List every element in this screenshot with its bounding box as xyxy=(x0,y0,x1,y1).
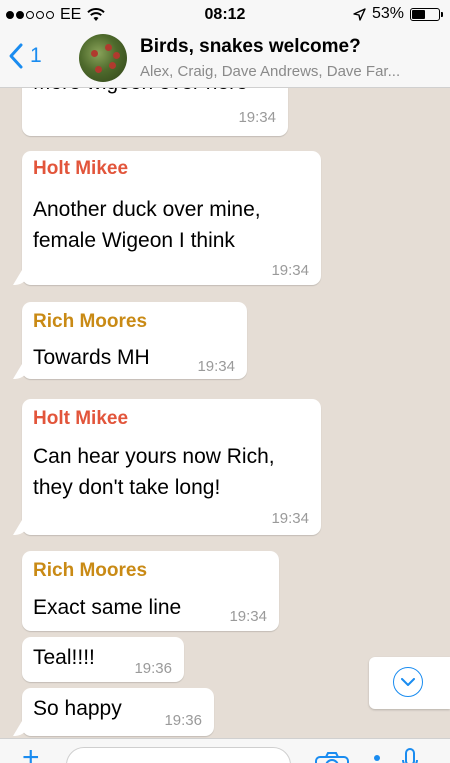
message-time: 19:34 xyxy=(238,109,276,126)
scroll-to-bottom-button[interactable] xyxy=(369,657,450,709)
message-text: More wigeon over here xyxy=(33,88,248,98)
message-list[interactable]: More wigeon over here 19:34 Holt Mikee A… xyxy=(0,88,450,738)
back-chevron-icon xyxy=(9,43,23,69)
plus-icon[interactable]: + xyxy=(22,743,40,763)
status-bar: EE 08:12 53% xyxy=(0,0,450,30)
sender-name: Holt Mikee xyxy=(33,408,129,429)
message-bubble[interactable]: So happy 19:36 xyxy=(22,688,214,736)
message-time: 19:34 xyxy=(271,510,309,527)
message-time: 19:34 xyxy=(229,608,267,625)
group-avatar[interactable] xyxy=(79,34,127,82)
message-bubble[interactable]: Teal!!!! 19:36 xyxy=(22,637,184,682)
sender-name: Rich Moores xyxy=(33,311,148,332)
message-text: they don't take long! xyxy=(33,476,221,499)
message-text: Another duck over mine, xyxy=(33,198,261,221)
dot-icon xyxy=(374,755,380,761)
message-text: Can hear yours now Rich, xyxy=(33,445,275,468)
message-text: So happy xyxy=(33,697,122,720)
message-bubble[interactable]: Holt Mikee Can hear yours now Rich, they… xyxy=(22,399,321,535)
message-text: Teal!!!! xyxy=(33,646,95,669)
message-bubble[interactable]: Holt Mikee Another duck over mine, femal… xyxy=(22,151,321,285)
chat-participants[interactable]: Alex, Craig, Dave Andrews, Dave Far... xyxy=(140,63,400,80)
message-input[interactable] xyxy=(66,747,291,763)
message-time: 19:36 xyxy=(134,660,172,677)
input-bar: + xyxy=(0,738,450,763)
battery-level xyxy=(412,9,425,19)
back-button[interactable]: 1 xyxy=(8,42,42,70)
message-text: female Wigeon I think xyxy=(33,229,235,252)
sender-name: Rich Moores xyxy=(33,560,148,581)
camera-icon[interactable] xyxy=(314,751,350,763)
scroll-down-icon xyxy=(393,667,423,697)
chat-header: 1 Birds, snakes welcome? Alex, Craig, Da… xyxy=(0,30,450,88)
location-arrow-icon xyxy=(353,7,366,21)
message-time: 19:34 xyxy=(271,262,309,279)
battery-icon xyxy=(410,7,443,21)
message-bubble[interactable]: More wigeon over here 19:34 xyxy=(22,88,288,136)
message-time: 19:36 xyxy=(164,712,202,729)
message-time: 19:34 xyxy=(197,358,235,375)
microphone-icon[interactable] xyxy=(401,748,419,763)
sender-name: Holt Mikee xyxy=(33,158,129,179)
chat-title[interactable]: Birds, snakes welcome? xyxy=(140,36,361,58)
message-bubble[interactable]: Rich Moores Towards MH 19:34 xyxy=(22,302,247,379)
battery-percent: 53% xyxy=(371,5,404,22)
status-right: 53% xyxy=(353,5,443,23)
unread-count: 1 xyxy=(30,44,42,67)
message-text: Towards MH xyxy=(33,346,150,369)
message-bubble[interactable]: Rich Moores Exact same line 19:34 xyxy=(22,551,279,631)
message-text: Exact same line xyxy=(33,596,182,619)
